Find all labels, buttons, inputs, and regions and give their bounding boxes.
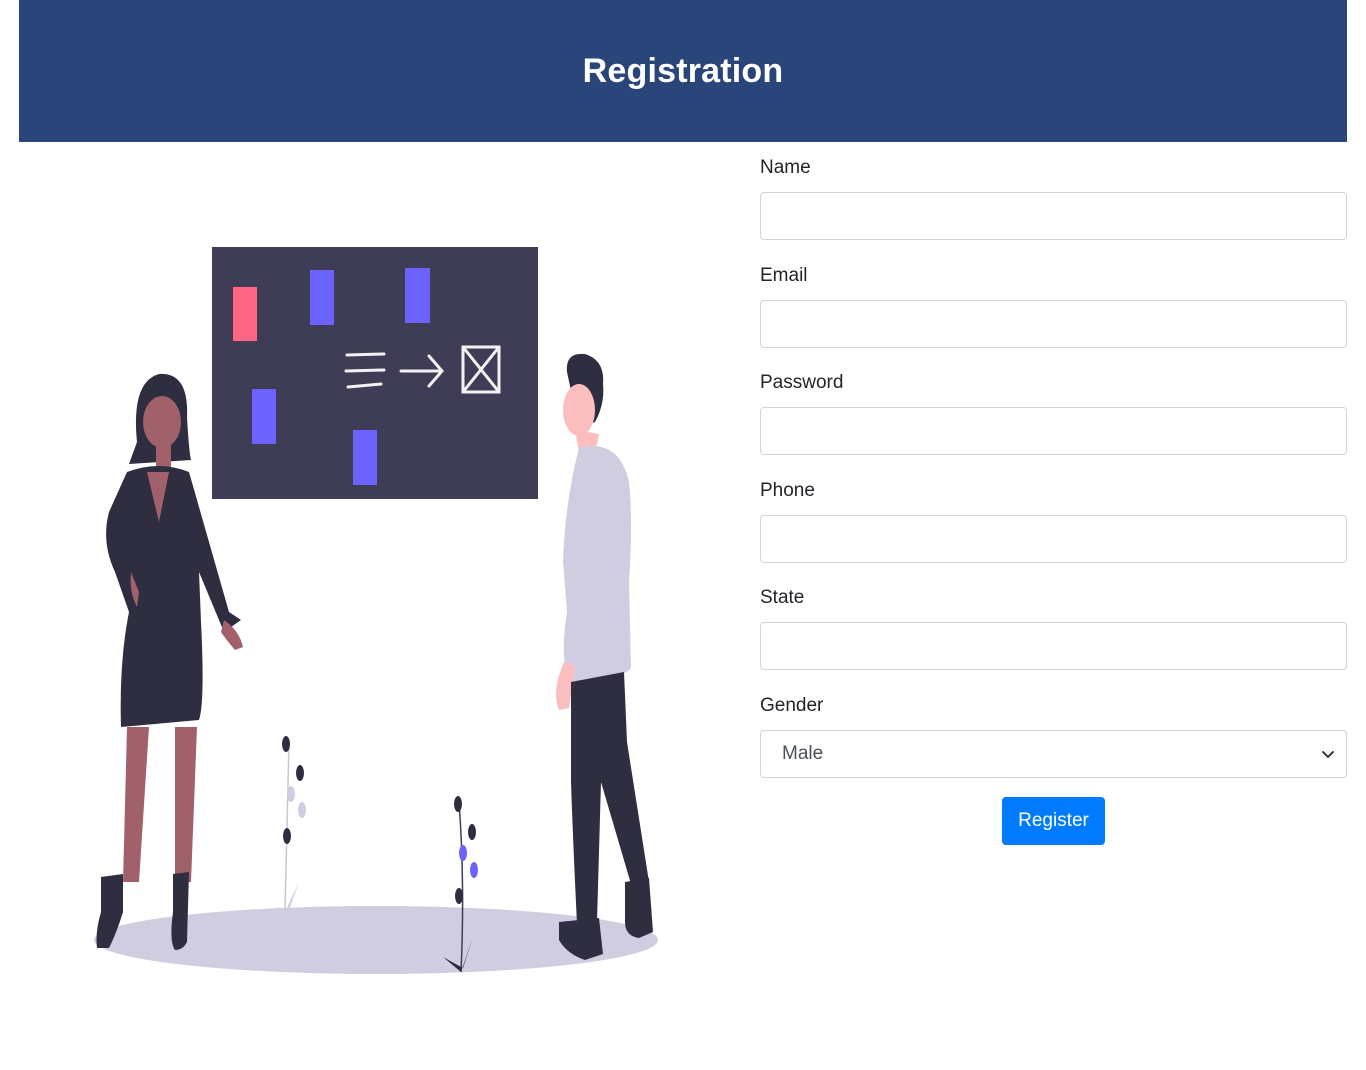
sticky-note-4 (353, 430, 377, 485)
gender-select[interactable]: Male (760, 730, 1347, 778)
gender-field-group: Gender Male (760, 694, 1347, 778)
name-input[interactable] (760, 192, 1347, 240)
password-field-group: Password (760, 371, 1347, 455)
email-label: Email (760, 265, 808, 286)
sticky-note-2 (405, 268, 430, 323)
chevron-down-icon (1322, 751, 1334, 758)
email-field-group: Email (760, 264, 1347, 348)
man-figure (555, 353, 653, 960)
sticky-note-3 (252, 389, 276, 444)
gender-label: Gender (760, 695, 824, 716)
state-label: State (760, 587, 805, 608)
sticky-note-pink (233, 287, 257, 341)
phone-label: Phone (760, 480, 815, 501)
password-label: Password (760, 372, 844, 393)
phone-input[interactable] (760, 515, 1347, 563)
email-input[interactable] (760, 300, 1347, 348)
team-whiteboard-illustration (19, 142, 739, 1042)
sticky-note-1 (310, 270, 334, 325)
name-label: Name (760, 157, 811, 178)
phone-field-group: Phone (760, 479, 1347, 563)
state-field-group: State (760, 586, 1347, 670)
gender-selected-value: Male (782, 743, 824, 764)
register-button[interactable]: Register (1002, 797, 1105, 845)
state-input[interactable] (760, 622, 1347, 670)
plant-left (277, 736, 306, 913)
password-input[interactable] (760, 407, 1347, 455)
page-header: Registration (19, 0, 1347, 142)
name-field-group: Name (760, 156, 1347, 240)
page-title: Registration (582, 51, 784, 90)
